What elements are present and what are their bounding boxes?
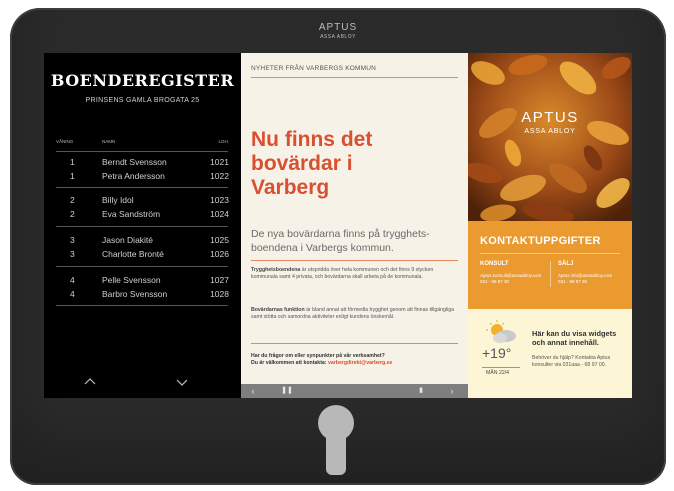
chevron-down-icon[interactable]: [176, 376, 188, 388]
news-contact: Har du frågor om eller synpunkter på vår…: [251, 353, 393, 366]
resident-row[interactable]: 2 Eva Sandström 1024: [44, 209, 241, 223]
display-screen: BOENDEREGISTER PRINSENS GAMLA BROGATA 25…: [44, 53, 632, 398]
aptus-logo: APTUS ASSA ABLOY: [521, 109, 579, 135]
divider: [251, 260, 458, 261]
previous-icon[interactable]: ‹: [243, 384, 263, 398]
resident-row[interactable]: 4 Barbro Svensson 1028: [44, 289, 241, 303]
weather-date: MÅN 22/4: [486, 370, 510, 376]
news-headline: Nu finns det bovärdar i Varberg: [251, 128, 373, 199]
divider: [482, 367, 520, 368]
divider: [56, 187, 228, 188]
page-icon[interactable]: ▮: [411, 384, 431, 398]
register-column-headers: VÅNING NAMN LGH.: [56, 139, 229, 144]
consult-contact: KONSULT Aptus.konsult@assaabloy.com 031 …: [480, 261, 542, 284]
register-title: BOENDEREGISTER: [50, 71, 235, 90]
divider: [56, 151, 228, 152]
divider: [550, 261, 551, 287]
divider: [56, 266, 228, 267]
resident-register-panel: BOENDEREGISTER PRINSENS GAMLA BROGATA 25…: [44, 53, 241, 398]
news-paragraph: Bovärdarnas funktion är bland annat att …: [251, 307, 455, 320]
sales-contact: SÄLJ Aptus.info@assaabloy.com 031 - 68 9…: [558, 261, 613, 284]
divider: [56, 305, 228, 306]
info-panel: APTUS ASSA ABLOY KONTAKTUPPGIFTER KONSUL…: [468, 53, 632, 398]
news-header: NYHETER FRÅN VARBERGS KOMMUN: [251, 65, 377, 72]
weather-temperature: +19°: [482, 345, 512, 361]
news-paragraph: Trygghetsboendena är utspridda över hela…: [251, 267, 434, 280]
contacts-title: KONTAKTUPPGIFTER: [480, 235, 601, 247]
card-reader-icon[interactable]: [316, 403, 356, 478]
resident-row[interactable]: 1 Berndt Svensson 1021: [44, 157, 241, 171]
divider: [56, 226, 228, 227]
widget-body: Behöver du hjälp? Kontakta Aptus konsult…: [532, 355, 611, 368]
widget-title: Här kan du visa widgets och annat innehå…: [532, 329, 617, 347]
resident-row[interactable]: 3 Charlotte Bronté 1026: [44, 249, 241, 263]
resident-row[interactable]: 4 Pelle Svensson 1027: [44, 275, 241, 289]
resident-row[interactable]: 3 Jason Diakité 1025: [44, 235, 241, 249]
next-icon[interactable]: ›: [442, 384, 462, 398]
chevron-up-icon[interactable]: [84, 376, 96, 388]
news-lead: De nya bovärdarna finns på trygghets-boe…: [251, 228, 430, 254]
resident-row[interactable]: 2 Billy Idol 1023: [44, 195, 241, 209]
device-logo: APTUS ASSA ABLOY: [318, 22, 358, 40]
news-panel: NYHETER FRÅN VARBERGS KOMMUN Nu finns de…: [241, 53, 468, 398]
resident-row[interactable]: 1 Petra Andersson 1022: [44, 171, 241, 185]
register-address: PRINSENS GAMLA BROGATA 25: [85, 97, 200, 104]
weather-widget: +19° MÅN 22/4 Här kan du visa widgets oc…: [468, 309, 632, 398]
register-navigation: [44, 368, 241, 398]
partly-cloudy-icon: [486, 320, 516, 343]
autumn-leaves-image: APTUS ASSA ABLOY: [468, 53, 632, 221]
divider: [251, 77, 458, 78]
contacts-section: KONTAKTUPPGIFTER KONSULT Aptus.konsult@a…: [468, 221, 632, 309]
divider: [251, 343, 458, 344]
pause-icon[interactable]: ❚❚: [277, 384, 297, 398]
news-navigation-bar: ‹ ❚❚ ▮ ›: [241, 384, 468, 398]
divider: [480, 253, 620, 254]
leaves-image-graphic: [468, 53, 632, 221]
